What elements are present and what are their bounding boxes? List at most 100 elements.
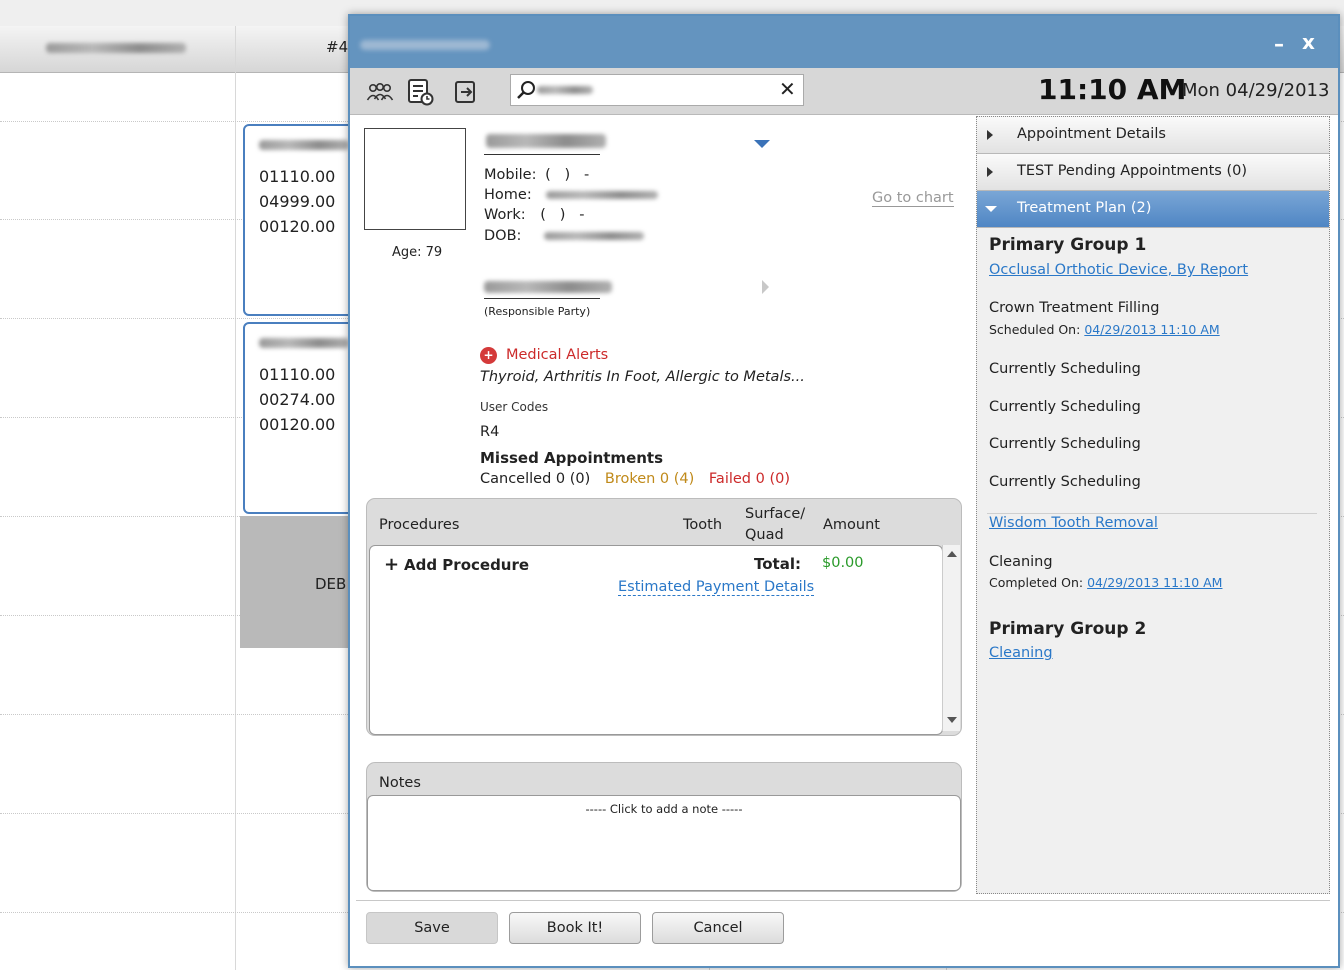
occlusal-device-link[interactable]: Occlusal Orthotic Device, By Report	[989, 262, 1248, 278]
work-value: ( ) -	[540, 207, 585, 223]
wisdom-tooth-link[interactable]: Wisdom Tooth Removal	[989, 515, 1158, 531]
mobile-value: ( ) -	[545, 167, 590, 183]
currently-scheduling: Currently Scheduling	[989, 436, 1141, 452]
total-amount: $0.00	[822, 555, 864, 571]
completed-on-link[interactable]: 04/29/2013 11:10 AM	[1087, 575, 1222, 590]
missed-broken: Broken 0 (4)	[604, 471, 695, 487]
minimize-button[interactable]: –	[1274, 32, 1284, 56]
patient-dropdown-arrow-icon[interactable]	[754, 140, 770, 148]
notes-title: Notes	[379, 775, 421, 791]
procedure-code: 01110.00	[259, 365, 336, 384]
user-codes-value: R4	[480, 424, 500, 440]
scroll-down-icon[interactable]	[947, 717, 957, 723]
footer-divider	[356, 900, 1330, 901]
patient-name-blurred	[259, 338, 349, 348]
dialog-titlebar[interactable]: – x	[350, 16, 1338, 68]
procedures-panel: Procedures Tooth Surface/ Quad Amount + …	[366, 498, 962, 736]
currently-scheduling: Currently Scheduling	[989, 361, 1141, 377]
cleaning-title: Cleaning	[989, 554, 1053, 570]
provider-name-blurred	[46, 43, 186, 53]
blocked-slot-label: DEB	[315, 575, 347, 593]
appointment-list-icon[interactable]	[406, 78, 434, 106]
search-text-blurred	[537, 86, 593, 94]
scheduled-on-link[interactable]: 04/29/2013 11:10 AM	[1084, 322, 1219, 337]
family-icon[interactable]	[366, 78, 394, 106]
group2-title: Primary Group 2	[989, 619, 1147, 639]
procedure-codes: 01110.00 04999.00 00120.00	[259, 164, 335, 239]
medical-alerts-title[interactable]: Medical Alerts	[506, 347, 608, 363]
notes-panel: Notes ----- Click to add a note -----	[366, 762, 962, 892]
chevron-right-icon	[987, 130, 993, 140]
add-icon[interactable]: +	[384, 554, 399, 575]
missed-appointments-row: Cancelled 0 (0) Broken 0 (4) Failed 0 (0…	[480, 471, 790, 487]
tooth-header: Tooth	[683, 517, 723, 533]
missed-failed: Failed 0 (0)	[708, 471, 790, 487]
scheduled-on-label: Scheduled On:	[989, 322, 1081, 337]
responsible-party-label: (Responsible Party)	[484, 305, 591, 318]
search-icon	[517, 81, 535, 99]
chevron-right-icon[interactable]	[762, 280, 769, 294]
clear-search-icon[interactable]: ✕	[779, 77, 796, 101]
user-codes-title: User Codes	[480, 400, 549, 414]
completed-on-label: Completed On:	[989, 575, 1084, 590]
medical-alert-icon: +	[480, 347, 497, 364]
notes-area[interactable]: ----- Click to add a note -----	[367, 795, 961, 891]
chevron-right-icon	[987, 167, 993, 177]
home-row: Home:	[484, 185, 659, 206]
patient-photo[interactable]	[364, 128, 466, 230]
right-accordion-panel: Appointment Details TEST Pending Appoint…	[976, 116, 1330, 894]
accordion-treatment-plan[interactable]: Treatment Plan (2)	[977, 191, 1329, 228]
chevron-down-icon	[985, 206, 997, 212]
go-to-chart-link[interactable]: Go to chart	[872, 190, 954, 207]
crown-treatment-title: Crown Treatment Filling	[989, 300, 1160, 316]
divider	[987, 513, 1317, 514]
accordion-label: Appointment Details	[1017, 126, 1166, 142]
missed-cancelled: Cancelled 0 (0)	[480, 471, 591, 487]
procedures-header: Procedures	[379, 517, 460, 533]
procedure-code: 00120.00	[259, 415, 336, 434]
accordion-pending-appointments[interactable]: TEST Pending Appointments (0)	[977, 154, 1329, 191]
total-label: Total:	[754, 555, 801, 573]
name-underline	[484, 154, 600, 155]
current-time: 11:10 AM	[1038, 73, 1187, 106]
procedure-code: 00120.00	[259, 217, 336, 236]
currently-scheduling: Currently Scheduling	[989, 399, 1141, 415]
mobile-label: Mobile:	[484, 167, 537, 183]
home-phone-blurred	[546, 191, 659, 199]
quad-header: Quad	[745, 527, 784, 543]
exit-icon[interactable]	[452, 78, 480, 106]
current-date: Mon 04/29/2013	[1182, 80, 1330, 101]
patient-age: Age: 79	[392, 245, 443, 260]
patient-name-blurred	[486, 134, 606, 148]
missed-appointments-title: Missed Appointments	[480, 449, 664, 467]
procedure-code: 00274.00	[259, 390, 336, 409]
appointment-dialog: – x ✕ 11:10 AM Mon 04/29/2013 Age: 79 Mo…	[348, 14, 1340, 968]
home-label: Home:	[484, 187, 532, 203]
dialog-title-blurred	[360, 40, 490, 50]
procedures-scrollbar[interactable]	[942, 545, 960, 731]
add-procedure-button[interactable]: Add Procedure	[404, 556, 529, 574]
save-button[interactable]: Save	[366, 912, 498, 944]
notes-placeholder[interactable]: ----- Click to add a note -----	[368, 802, 960, 816]
cleaning-link[interactable]: Cleaning	[989, 645, 1053, 661]
cancel-button[interactable]: Cancel	[652, 912, 784, 944]
responsible-party-underline	[484, 298, 600, 299]
dob-row: DOB:	[484, 226, 645, 247]
scheduled-on-row: Scheduled On: 04/29/2013 11:10 AM	[989, 322, 1220, 337]
dob-label: DOB:	[484, 228, 522, 244]
mobile-row: Mobile: ( ) -	[484, 165, 589, 186]
patient-search-input[interactable]: ✕	[510, 74, 804, 106]
procedure-codes: 01110.00 00274.00 00120.00	[259, 362, 335, 437]
accordion-label: Treatment Plan (2)	[1017, 200, 1152, 216]
patient-name-blurred	[259, 140, 349, 150]
scroll-up-icon[interactable]	[947, 551, 957, 557]
book-it-button[interactable]: Book It!	[509, 912, 641, 944]
close-button[interactable]: x	[1302, 30, 1315, 54]
accordion-label: TEST Pending Appointments (0)	[1017, 163, 1247, 179]
estimated-payment-link[interactable]: Estimated Payment Details	[618, 579, 815, 596]
procedure-code: 01110.00	[259, 167, 336, 186]
dialog-toolbar: ✕ 11:10 AM Mon 04/29/2013	[350, 68, 1338, 115]
currently-scheduling: Currently Scheduling	[989, 474, 1141, 490]
surface-header: Surface/	[745, 506, 806, 522]
accordion-appointment-details[interactable]: Appointment Details	[977, 117, 1329, 154]
